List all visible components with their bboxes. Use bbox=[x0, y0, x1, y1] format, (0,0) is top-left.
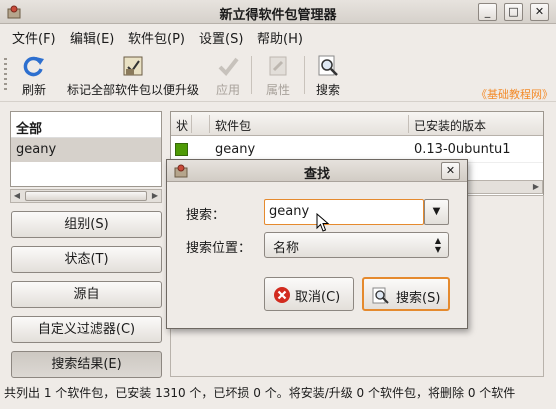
column-status[interactable]: 状 bbox=[176, 117, 188, 134]
apply-button[interactable]: 应用 bbox=[210, 52, 246, 100]
scroll-right-icon[interactable]: ▶ bbox=[530, 181, 542, 193]
search-combo: geany ▼ bbox=[264, 199, 449, 225]
mark-all-upgrades-button[interactable]: 标记全部软件包以便升级 bbox=[58, 52, 208, 100]
toolbar: 刷新 标记全部软件包以便升级 应用 属性 搜索 bbox=[0, 48, 556, 102]
search-toolbar-label: 搜索 bbox=[315, 83, 340, 97]
updown-arrows-icon: ▲ ▼ bbox=[434, 236, 441, 254]
search-in-label: 搜索位置： bbox=[186, 241, 252, 256]
minimize-icon: _ bbox=[484, 5, 491, 18]
dialog-title-bar: 查找 ✕ bbox=[167, 160, 467, 182]
search-toolbar-button[interactable]: 搜索 bbox=[310, 52, 346, 100]
menu-file[interactable]: 文件(F) bbox=[12, 28, 56, 47]
search-label: 搜索： bbox=[186, 208, 226, 223]
package-installed-version: 0.13-0ubuntu1 bbox=[414, 142, 511, 157]
menu-bar: 文件(F) 编辑(E) 软件包(P) 设置(S) 帮助(H) bbox=[0, 25, 556, 47]
properties-label: 属性 bbox=[265, 83, 290, 97]
refresh-button[interactable]: 刷新 bbox=[14, 52, 54, 100]
close-icon: ✕ bbox=[534, 5, 545, 18]
apply-label: 应用 bbox=[215, 83, 240, 97]
toolbar-separator bbox=[304, 56, 305, 94]
sections-button[interactable]: 组别(S) bbox=[11, 211, 162, 238]
menu-settings[interactable]: 设置(S) bbox=[199, 28, 243, 47]
chevron-down-icon: ▼ bbox=[432, 206, 441, 217]
maximize-button[interactable]: □ bbox=[504, 3, 523, 21]
column-separator bbox=[408, 115, 409, 133]
scroll-right-icon[interactable]: ▶ bbox=[149, 190, 161, 202]
apply-check-icon bbox=[218, 57, 239, 77]
origin-button[interactable]: 源自 bbox=[11, 281, 162, 308]
column-separator bbox=[209, 115, 210, 133]
toolbar-separator bbox=[251, 56, 252, 94]
filter-all[interactable]: 全部 bbox=[11, 112, 161, 138]
close-button[interactable]: ✕ bbox=[530, 3, 549, 21]
search-in-select[interactable]: 名称 ▲ ▼ bbox=[264, 232, 449, 258]
title-bar: 新立得软件包管理器 _ □ ✕ bbox=[0, 0, 556, 24]
dialog-title: 查找 bbox=[303, 167, 330, 182]
cancel-button[interactable]: 取消(C) bbox=[264, 277, 354, 311]
scroll-left-icon[interactable]: ◀ bbox=[11, 190, 23, 202]
filter-item-selected[interactable]: geany bbox=[11, 138, 161, 162]
package-status-icon[interactable] bbox=[175, 143, 188, 156]
search-in-value: 名称 bbox=[273, 241, 300, 256]
properties-button[interactable]: 属性 bbox=[258, 52, 298, 100]
column-package[interactable]: 软件包 bbox=[215, 117, 251, 134]
toolbar-grip bbox=[4, 58, 7, 92]
mouse-cursor-icon bbox=[316, 213, 330, 232]
status-bar: 共列出 1 个软件包，已安装 1310 个，已坏损 0 个。将安装/升级 0 个… bbox=[4, 386, 516, 400]
dialog-close-button[interactable]: ✕ bbox=[441, 162, 460, 180]
search-button[interactable]: 搜索(S) bbox=[362, 277, 450, 311]
find-dialog: 查找 ✕ 搜索： geany ▼ 搜索位置： 名称 ▲ ▼ 取消(C) 搜索(S) bbox=[166, 159, 468, 329]
scroll-thumb[interactable] bbox=[25, 191, 147, 201]
search-icon bbox=[318, 55, 338, 76]
search-history-dropdown[interactable]: ▼ bbox=[424, 199, 449, 225]
properties-icon bbox=[269, 56, 287, 76]
watermark-text: 《基础教程网》 bbox=[476, 88, 553, 101]
cancel-label: 取消(C) bbox=[295, 290, 341, 305]
column-separator bbox=[191, 115, 192, 133]
table-header: 状 软件包 已安装的版本 bbox=[171, 112, 543, 136]
search-input[interactable]: geany bbox=[264, 199, 424, 225]
mark-all-upgrades-label: 标记全部软件包以便升级 bbox=[66, 83, 199, 97]
search-icon bbox=[372, 287, 389, 304]
filter-list: 全部 geany bbox=[10, 111, 162, 187]
cancel-icon bbox=[274, 287, 290, 303]
upgrade-icon bbox=[123, 56, 143, 76]
status-button[interactable]: 状态(T) bbox=[11, 246, 162, 273]
menu-edit[interactable]: 编辑(E) bbox=[70, 28, 114, 47]
maximize-icon: □ bbox=[508, 5, 519, 18]
minimize-button[interactable]: _ bbox=[478, 3, 497, 21]
close-icon: ✕ bbox=[445, 164, 456, 177]
search-results-button[interactable]: 搜索结果(E) bbox=[11, 351, 162, 378]
package-name: geany bbox=[215, 142, 256, 157]
custom-filters-button[interactable]: 自定义过滤器(C) bbox=[11, 316, 162, 343]
search-button-label: 搜索(S) bbox=[396, 291, 441, 306]
window-title: 新立得软件包管理器 bbox=[219, 8, 337, 23]
menu-package[interactable]: 软件包(P) bbox=[128, 28, 185, 47]
refresh-label: 刷新 bbox=[21, 83, 46, 97]
column-installed-version[interactable]: 已安装的版本 bbox=[414, 117, 486, 134]
filter-list-hscrollbar[interactable]: ◀ ▶ bbox=[10, 189, 162, 203]
refresh-icon bbox=[23, 56, 44, 77]
menu-help[interactable]: 帮助(H) bbox=[257, 28, 303, 47]
